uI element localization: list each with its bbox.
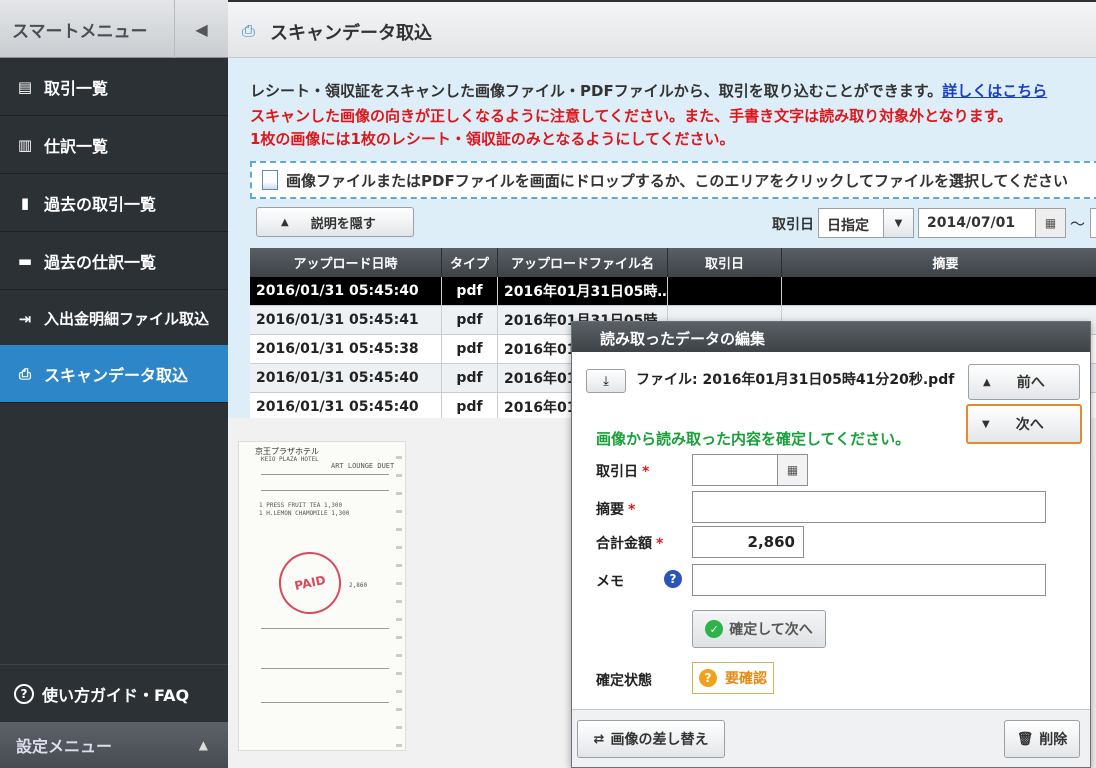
details-link[interactable]: 詳しくはこちら xyxy=(942,82,1047,100)
col-header-date[interactable]: 取引日 xyxy=(668,248,782,277)
page-title: スキャンデータ取込 xyxy=(270,23,432,44)
dialog-title: 読み取ったデータの編集 xyxy=(572,322,1090,352)
sidebar-collapse-icon[interactable]: ◀ xyxy=(174,0,228,58)
import-icon: ⇥ xyxy=(18,309,32,328)
table-row[interactable]: 2016/01/31 05:45:40 pdf 2016年01月31日05時… xyxy=(250,277,1096,306)
page-header: ⎙ スキャンデータ取込 xyxy=(228,0,1096,58)
caret-up-icon: ▲ xyxy=(198,738,208,752)
memo-field[interactable] xyxy=(692,491,1046,523)
help-icon[interactable]: ? xyxy=(664,570,682,588)
amount-field[interactable]: 2,860 xyxy=(692,526,804,558)
perforation xyxy=(396,448,402,748)
hide-description-button[interactable]: ▲ 説明を隠す xyxy=(256,207,414,237)
settings-menu[interactable]: 設定メニュー ▲ xyxy=(0,722,228,768)
sidebar-item-label: スキャンデータ取込 xyxy=(44,365,189,385)
sidebar-guide-link[interactable]: ? 使い方ガイド・FAQ xyxy=(0,664,228,722)
receipt-hotel-en: KEIO PLAZA HOTEL xyxy=(261,456,319,463)
sidebar-item-label: 仕訳一覧 xyxy=(44,136,109,156)
scanner-icon: ⎙ xyxy=(18,364,31,383)
sidebar-item-label: 過去の仕訳一覧 xyxy=(44,252,157,272)
sidebar-header: スマートメニュー ◀ xyxy=(0,0,228,58)
settings-label: 設定メニュー xyxy=(16,737,113,756)
warning-line-1: スキャンした画像の向きが正しくなるように注意してください。また、手書き文字は読み… xyxy=(250,107,1013,125)
question-circle-icon: ? xyxy=(14,683,34,704)
triangle-down-icon: ▼ xyxy=(982,418,990,430)
receipt-item: 1 H.LEMON CHAMOMILE 1,300 xyxy=(259,510,350,517)
sidebar-item-label: 過去の取引一覧 xyxy=(44,194,157,214)
date-field[interactable]: ▦ xyxy=(692,454,808,486)
amount-field-label: 合計金額 * xyxy=(596,536,664,552)
dropdown-arrow-icon: ▼ xyxy=(883,209,913,237)
col-header-filename[interactable]: アップロードファイル名 xyxy=(498,248,668,277)
status-badge: ? 要確認 xyxy=(692,662,774,694)
file-dropzone[interactable]: 画像ファイルまたはPDFファイルを画面にドロップするか、このエリアをクリックして… xyxy=(250,161,1096,199)
sidebar-item-past-journal[interactable]: ▬ 過去の仕訳一覧 xyxy=(0,232,228,290)
note-field-label: メモ xyxy=(596,574,624,590)
next-button[interactable]: ▼ 次へ xyxy=(966,404,1082,444)
info-line-1: レシート・領収証をスキャンした画像ファイル・PDFファイルから、取引を取り込むこ… xyxy=(250,82,1048,100)
calendar-icon[interactable]: ▦ xyxy=(1035,209,1065,237)
scanner-icon: ⎙ xyxy=(242,21,255,40)
sidebar-item-label: 取引一覧 xyxy=(44,78,109,98)
sidebar-item-label: 入出金明細ファイル取込 xyxy=(44,310,210,328)
sidebar-title: スマートメニュー xyxy=(12,22,148,42)
sidebar-item-past-transactions[interactable]: ▮ 過去の取引一覧 xyxy=(0,174,228,232)
date-mode-select[interactable]: 日指定 ▼ xyxy=(818,208,914,238)
list-icon: ▤ xyxy=(17,77,33,96)
confirm-next-button[interactable]: ✓ 確定して次へ xyxy=(692,610,826,648)
date-to-input[interactable] xyxy=(1090,208,1096,238)
book-icon: ▥ xyxy=(17,135,33,154)
question-icon: ? xyxy=(699,669,717,687)
sidebar-item-scan-import[interactable]: ⎙ スキャンデータ取込 xyxy=(0,345,228,403)
dialog-footer: ⇄ 画像の差し替え 🗑 削除 xyxy=(572,709,1090,767)
note-field[interactable] xyxy=(692,564,1046,596)
prev-button[interactable]: ▲ 前へ xyxy=(968,364,1080,400)
date-range-separator: 〜 xyxy=(1070,215,1086,233)
receipt-total: 2,860 xyxy=(349,582,368,589)
replace-image-button[interactable]: ⇄ 画像の差し替え xyxy=(577,720,725,758)
sidebar-item-bank-import[interactable]: ⇥ 入出金明細ファイル取込 xyxy=(0,290,228,348)
col-header-uploaded[interactable]: アップロード日時 xyxy=(250,248,442,277)
table-header: アップロード日時 タイプ アップロードファイル名 取引日 摘要 xyxy=(250,248,1096,277)
receipt-image: 京王プラザホテル KEIO PLAZA HOTEL ART LOUNGE DUE… xyxy=(238,441,406,751)
col-header-memo[interactable]: 摘要 xyxy=(782,248,1096,277)
confirm-message: 画像から読み取った内容を確定してください。 xyxy=(596,430,911,448)
date-filter-label: 取引日 xyxy=(772,217,814,233)
check-circle-icon: ✓ xyxy=(705,620,724,638)
trash-icon: 🗑 xyxy=(1016,731,1034,747)
date-field-label: 取引日 * xyxy=(596,464,650,480)
edit-dialog: 読み取ったデータの編集 ⤓ ファイル: 2016年01月31日05時41分20秒… xyxy=(571,321,1091,768)
dropzone-text: 画像ファイルまたはPDFファイルを画面にドロップするか、このエリアをクリックして… xyxy=(286,171,1069,190)
doc-icon: ▮ xyxy=(20,193,30,212)
file-name-label: ファイル: 2016年01月31日05時41分20秒.pdf xyxy=(636,372,955,388)
download-icon[interactable]: ⤓ xyxy=(586,369,626,393)
calendar-icon[interactable]: ▦ xyxy=(777,455,807,485)
replace-icon: ⇄ xyxy=(593,731,605,747)
triangle-up-icon: ▲ xyxy=(983,376,991,388)
date-from-input[interactable]: 2014/07/01 ▦ xyxy=(918,208,1066,238)
warning-line-2: 1枚の画像には1枚のレシート・領収証のみとなるようにしてください。 xyxy=(250,130,735,148)
sidebar: スマートメニュー ◀ ▤ 取引一覧 ▥ 仕訳一覧 ▮ 過去の取引一覧 ▬ 過去の… xyxy=(0,0,228,768)
doc-icon: ▬ xyxy=(17,251,33,270)
status-label: 確定状態 xyxy=(596,673,652,689)
delete-button[interactable]: 🗑 削除 xyxy=(1004,720,1080,758)
col-header-type[interactable]: タイプ xyxy=(442,248,498,277)
receipt-venue: ART LOUNGE DUET xyxy=(331,462,395,470)
paid-stamp: PAID xyxy=(273,546,347,620)
memo-field-label: 摘要 * xyxy=(596,502,636,518)
sidebar-item-journal[interactable]: ▥ 仕訳一覧 xyxy=(0,116,228,174)
guide-label: 使い方ガイド・FAQ xyxy=(42,685,190,705)
document-icon xyxy=(262,170,278,190)
receipt-item: 1 PRESS FRUIT TEA 1,300 xyxy=(259,502,343,509)
sidebar-item-transactions[interactable]: ▤ 取引一覧 xyxy=(0,58,228,116)
triangle-up-icon: ▲ xyxy=(281,216,289,228)
